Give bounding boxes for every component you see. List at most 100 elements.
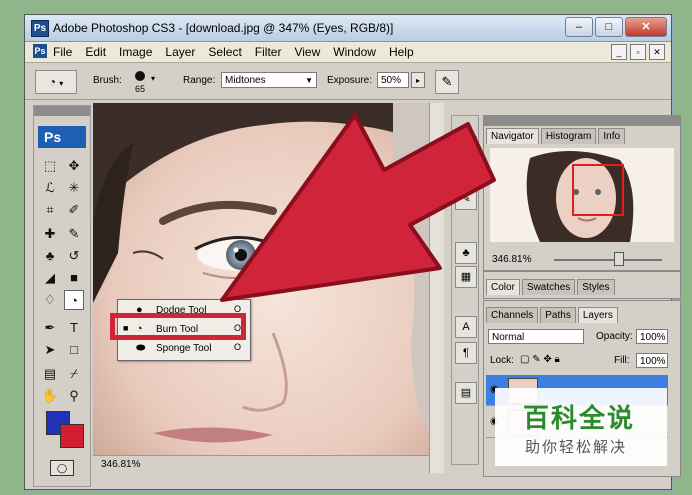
toolbox-header[interactable] (34, 106, 90, 116)
pen-icon[interactable]: ✒ (40, 318, 60, 338)
tab-info[interactable]: Info (598, 128, 626, 144)
status-bar: 346.81% (93, 455, 429, 474)
opacity-label: Opacity: (596, 331, 633, 342)
tab-paths[interactable]: Paths (540, 307, 576, 323)
navigator-thumbnail[interactable] (490, 148, 674, 242)
tool-preset-picker[interactable]: ◔ ▾ (35, 70, 77, 94)
background-color[interactable] (60, 424, 84, 448)
burn-tool-highlight (110, 313, 246, 340)
lock-label: Lock: (490, 355, 514, 366)
clone-source-icon[interactable]: ♣ (455, 242, 477, 264)
healing-icon[interactable]: ✚ (40, 224, 60, 244)
opacity-value: 100% (640, 332, 666, 343)
notes-icon[interactable]: ▤ (40, 364, 60, 384)
watermark-title: 百科全说 (523, 403, 636, 433)
airbrush-icon[interactable]: ✎ (435, 70, 459, 94)
document-controls: _ ▫ ✕ (611, 44, 665, 60)
navigator-slider-handle[interactable] (614, 252, 624, 266)
document-icon[interactable]: Ps (33, 44, 47, 58)
blend-mode-value: Normal (492, 332, 525, 343)
character-panel-icon[interactable]: A (455, 316, 477, 338)
slice-icon[interactable]: ✐ (64, 200, 84, 220)
photo-image (93, 103, 429, 455)
gradient-icon[interactable]: ■ (64, 268, 84, 288)
crop-icon[interactable]: ⌗ (40, 200, 60, 220)
tab-navigator[interactable]: Navigator (486, 128, 539, 144)
menu-view[interactable]: View (294, 45, 320, 59)
range-label: Range: (183, 75, 216, 86)
path-select-icon[interactable]: ➤ (40, 340, 60, 360)
quick-mask-icon[interactable]: ◯ (50, 460, 74, 476)
close-button[interactable]: ✕ (625, 17, 667, 37)
shape-icon[interactable]: □ (64, 340, 84, 360)
doc-restore-button[interactable]: ▫ (630, 44, 646, 60)
move-icon[interactable]: ✥ (64, 156, 84, 176)
range-select[interactable]: Midtones ▼ (221, 72, 317, 88)
menu-window[interactable]: Window (333, 45, 376, 59)
tab-color[interactable]: Color (486, 279, 520, 295)
panel-icon-strip: ♪ ▶ ✎ ♣ ▦ A ¶ ▤ (451, 115, 479, 465)
hand-icon[interactable]: ✋ (40, 386, 60, 406)
paragraph-panel-icon[interactable]: ¶ (455, 342, 477, 364)
exposure-input[interactable]: 50% (377, 72, 409, 88)
tool-presets-icon[interactable]: ✎ (455, 188, 477, 210)
toolbox-logo[interactable]: Ps (38, 126, 86, 148)
doc-minimize-button[interactable]: _ (611, 44, 627, 60)
brush-preview[interactable] (135, 71, 145, 81)
tab-layers[interactable]: Layers (577, 307, 618, 323)
burn-tool-icon: ◔ (48, 75, 56, 89)
vertical-scrollbar[interactable] (429, 103, 444, 473)
info-panel-icon[interactable]: ▤ (455, 382, 477, 404)
magic-wand-icon[interactable]: ✳ (64, 178, 84, 198)
blend-mode-select[interactable]: Normal (488, 329, 584, 344)
navigator-zoom-slider[interactable] (554, 259, 662, 261)
tab-swatches[interactable]: Swatches (521, 279, 576, 295)
lock-icons[interactable]: ▢ ✎ ✥ 🔒︎ (520, 354, 560, 365)
tab-styles[interactable]: Styles (577, 279, 615, 295)
brushes-panel-icon[interactable]: ♪ (455, 136, 477, 158)
layers-tabs: Channels Paths Layers (486, 307, 618, 323)
tab-histogram[interactable]: Histogram (540, 128, 597, 144)
exposure-slider-button[interactable]: ▸ (411, 72, 425, 88)
view-box[interactable] (572, 164, 624, 216)
color-panel: Color Swatches Styles (483, 271, 681, 299)
minimize-button[interactable]: – (565, 17, 593, 37)
range-value: Midtones (225, 75, 266, 86)
tab-channels[interactable]: Channels (486, 307, 539, 323)
stamp-icon[interactable]: ♣ (40, 246, 60, 266)
menu-file[interactable]: File (53, 45, 72, 59)
document-canvas[interactable] (93, 103, 429, 455)
eyedropper-icon[interactable]: ⌿ (64, 364, 84, 384)
menu-select[interactable]: Select (208, 45, 241, 59)
exposure-label: Exposure: (327, 75, 373, 86)
menu-image[interactable]: Image (119, 45, 152, 59)
layer-comps-icon[interactable]: ▦ (455, 266, 477, 288)
sponge-tool-item[interactable]: ⬬ Sponge Tool O (118, 340, 250, 359)
canvas-zoom[interactable]: 346.81% (101, 459, 140, 470)
menu-layer[interactable]: Layer (165, 45, 195, 59)
history-brush-icon[interactable]: ↺ (64, 246, 84, 266)
actions-panel-icon[interactable]: ▶ (455, 162, 477, 184)
menu-help[interactable]: Help (389, 45, 414, 59)
brush-size: 65 (135, 84, 146, 94)
panel-header (484, 116, 680, 126)
lasso-icon[interactable]: ℒ (40, 178, 60, 198)
marquee-icon[interactable]: ⬚ (40, 156, 60, 176)
opacity-input[interactable]: 100% (636, 329, 668, 344)
navigator-zoom[interactable]: 346.81% (492, 254, 531, 265)
blur-icon[interactable]: ♢ (40, 290, 60, 310)
menu-edit[interactable]: Edit (85, 45, 106, 59)
menu-filter[interactable]: Filter (255, 45, 282, 59)
sponge-tool-shortcut: O (234, 342, 242, 352)
dodge-icon[interactable]: ◔ (64, 290, 84, 310)
fill-input[interactable]: 100% (636, 353, 668, 368)
type-icon[interactable]: T (64, 318, 84, 338)
zoom-icon[interactable]: ⚲ (64, 386, 84, 406)
color-tabs: Color Swatches Styles (486, 279, 615, 295)
eraser-icon[interactable]: ◢ (40, 268, 60, 288)
window-title: Adobe Photoshop CS3 - [download.jpg @ 34… (53, 21, 394, 35)
brush-icon[interactable]: ✎ (64, 224, 84, 244)
chevron-down-icon[interactable]: ▾ (151, 74, 155, 83)
doc-close-button[interactable]: ✕ (649, 44, 665, 60)
maximize-button[interactable]: □ (595, 17, 623, 37)
